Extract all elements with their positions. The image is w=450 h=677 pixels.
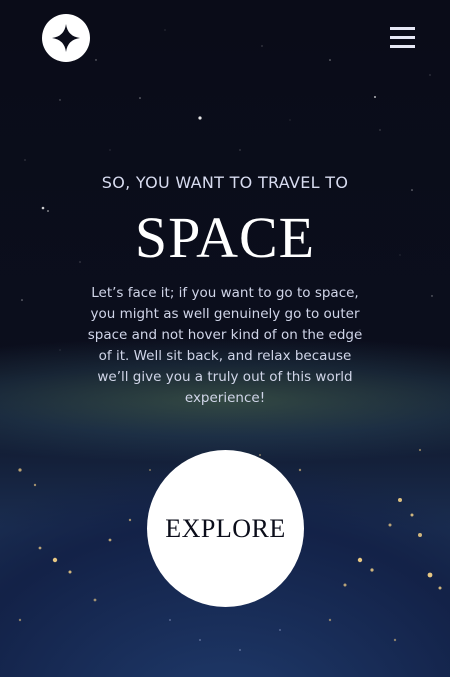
menu-bar	[390, 27, 415, 30]
explore-button[interactable]: EXPLORE	[147, 450, 304, 607]
hero-eyebrow: SO, YOU WANT TO TRAVEL TO	[101, 173, 349, 192]
hamburger-menu-icon[interactable]	[390, 27, 415, 49]
brand-logo[interactable]	[42, 14, 90, 62]
hero-title: SPACE	[134, 205, 316, 270]
menu-bar	[390, 45, 415, 48]
four-point-star-icon	[52, 24, 80, 52]
hero-description: Let’s face it; if you want to go to spac…	[87, 285, 363, 406]
menu-bar	[390, 36, 415, 39]
